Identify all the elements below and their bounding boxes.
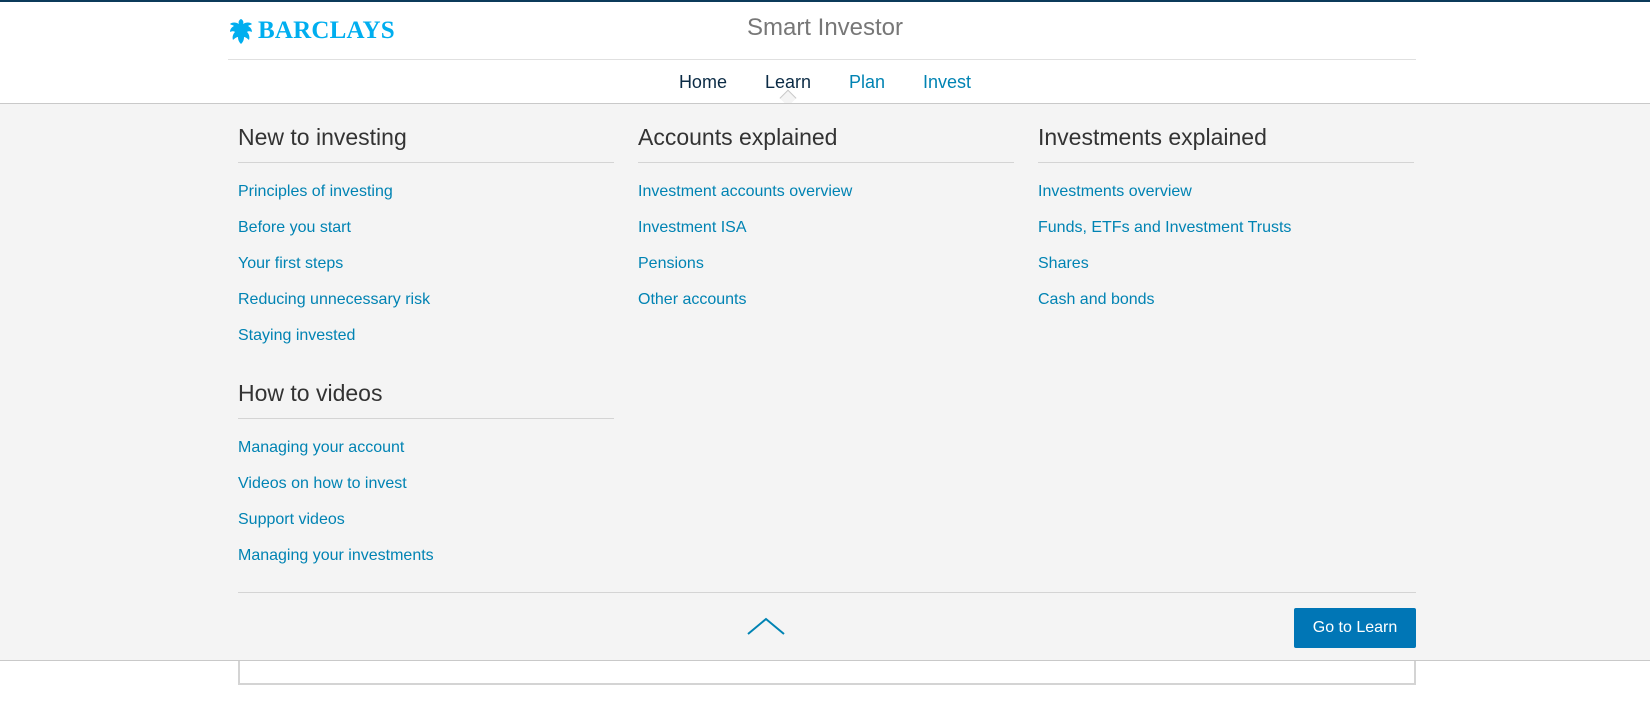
menu-column-1: New to investing Principles of investing… [238,124,614,582]
menu-footer-divider [238,592,1416,593]
menu-column-2: Accounts explained Investment accounts o… [638,124,1014,326]
section-heading-how-to-videos: How to videos [238,380,614,419]
link-funds-etfs-investment-trusts[interactable]: Funds, ETFs and Investment Trusts [1038,219,1291,236]
link-videos-on-how-to-invest[interactable]: Videos on how to invest [238,475,407,492]
link-cash-and-bonds[interactable]: Cash and bonds [1038,291,1155,308]
link-principles-of-investing[interactable]: Principles of investing [238,183,393,200]
nav-learn[interactable]: Learn [746,60,830,107]
link-list: Investment accounts overview Investment … [638,182,1014,310]
section-heading-accounts-explained: Accounts explained [638,124,1014,163]
site-header: BARCLAYS Smart Investor Home Learn Plan … [0,2,1650,107]
link-shares[interactable]: Shares [1038,255,1089,272]
link-support-videos[interactable]: Support videos [238,511,345,528]
nav-home[interactable]: Home [660,60,746,102]
link-other-accounts[interactable]: Other accounts [638,291,747,308]
go-to-learn-button[interactable]: Go to Learn [1294,608,1416,648]
link-investment-isa[interactable]: Investment ISA [638,219,747,236]
chevron-up-icon [747,617,785,635]
link-managing-your-account[interactable]: Managing your account [238,439,404,456]
section-heading-investments-explained: Investments explained [1038,124,1414,163]
link-investments-overview[interactable]: Investments overview [1038,183,1192,200]
section-heading-new-to-investing: New to investing [238,124,614,163]
link-list: Principles of investing Before you start… [238,182,614,346]
link-list: Managing your account Videos on how to i… [238,438,614,566]
link-your-first-steps[interactable]: Your first steps [238,255,343,272]
link-before-you-start[interactable]: Before you start [238,219,351,236]
link-investment-accounts-overview[interactable]: Investment accounts overview [638,183,852,200]
collapse-menu-button[interactable] [744,612,788,640]
learn-mega-menu: New to investing Principles of investing… [0,103,1650,661]
main-nav: Home Learn Plan Invest [0,60,1650,107]
nav-invest[interactable]: Invest [904,60,990,102]
link-pensions[interactable]: Pensions [638,255,704,272]
link-reducing-unnecessary-risk[interactable]: Reducing unnecessary risk [238,291,430,308]
app-title: Smart Investor [746,14,904,41]
link-staying-invested[interactable]: Staying invested [238,327,355,344]
link-list: Investments overview Funds, ETFs and Inv… [1038,182,1414,310]
menu-column-3: Investments explained Investments overvi… [1038,124,1414,326]
link-managing-your-investments[interactable]: Managing your investments [238,547,434,564]
nav-plan[interactable]: Plan [830,60,904,102]
content-container-edge [238,661,1416,685]
